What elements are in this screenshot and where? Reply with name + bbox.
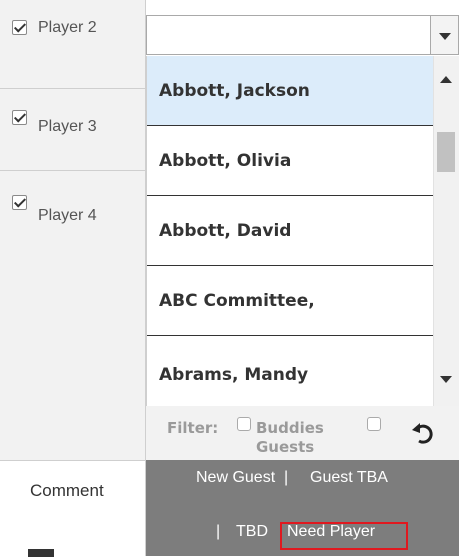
chevron-down-icon — [439, 33, 451, 40]
option-item[interactable]: Abbott, Olivia — [147, 126, 433, 196]
player-4-label: Player 4 — [38, 207, 97, 224]
undo-icon[interactable] — [410, 420, 436, 446]
player-row-2: Player 2 — [0, 19, 146, 70]
need-player-highlight — [280, 522, 408, 550]
row-divider — [0, 170, 146, 171]
player-select-input[interactable] — [146, 15, 459, 55]
guest-tba-link[interactable]: Guest TBA — [310, 469, 388, 487]
player-options-list: Abbott, Jackson Abbott, Olivia Abbott, D… — [146, 56, 433, 406]
player-2-label: Player 2 — [38, 19, 97, 36]
option-item[interactable]: Abrams, Mandy — [147, 343, 433, 406]
select-toggle-button[interactable] — [430, 15, 459, 55]
player-4-checkbox[interactable] — [12, 195, 27, 210]
scroll-thumb[interactable] — [437, 132, 455, 172]
buddies-checkbox[interactable] — [237, 417, 251, 431]
comment-tab[interactable]: Comment — [0, 460, 146, 557]
player-2-checkbox[interactable] — [12, 20, 27, 35]
player-3-checkbox[interactable] — [12, 110, 27, 125]
list-scrollbar[interactable] — [433, 56, 459, 406]
new-guest-link[interactable]: New Guest — [196, 469, 275, 487]
buddies-label: Buddies — [256, 419, 324, 437]
scroll-up-icon[interactable] — [440, 76, 452, 83]
filter-label: Filter: — [167, 419, 219, 437]
guests-label: Guests — [256, 438, 315, 456]
option-item[interactable]: Abbott, David — [147, 196, 433, 266]
tbd-link[interactable]: TBD — [236, 523, 268, 541]
guests-checkbox[interactable] — [367, 417, 381, 431]
scroll-down-icon[interactable] — [440, 376, 452, 383]
player-row-4: Player 4 — [0, 195, 146, 245]
separator: | — [216, 523, 221, 540]
option-item[interactable]: ABC Committee, — [147, 266, 433, 336]
player-3-label: Player 3 — [38, 118, 97, 135]
filter-bar: Filter: Buddies Guests — [146, 406, 459, 460]
player-row-3: Player 3 — [0, 110, 146, 160]
row-divider — [0, 88, 146, 89]
option-item[interactable]: Abbott, Jackson — [147, 56, 433, 126]
comment-tab-label: Comment — [30, 481, 104, 500]
separator: | — [284, 469, 289, 486]
